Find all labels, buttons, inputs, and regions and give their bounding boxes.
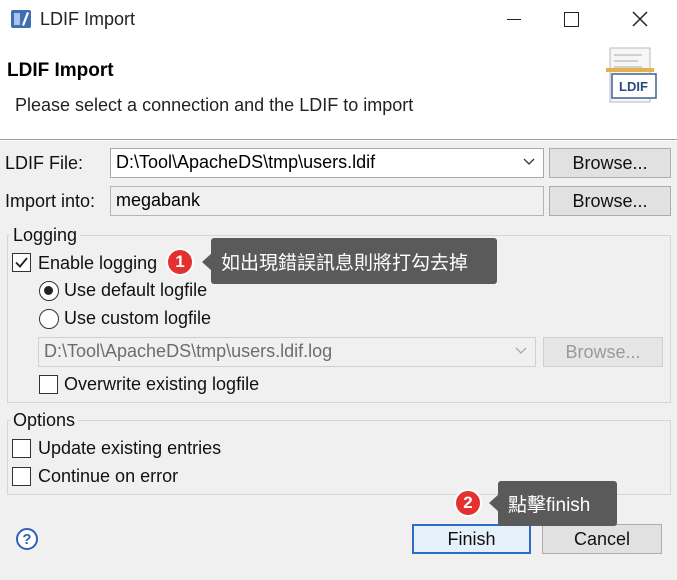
custom-logfile-value: D:\Tool\ApacheDS\tmp\users.ldif.log <box>44 341 333 361</box>
browse-connection-button[interactable]: Browse... <box>549 186 671 216</box>
ldif-file-combo[interactable]: D:\Tool\ApacheDS\tmp\users.ldif <box>110 148 544 178</box>
chevron-down-icon[interactable] <box>523 156 535 168</box>
title-bar: LDIF Import <box>0 0 677 38</box>
header-description: Please select a connection and the LDIF … <box>15 95 414 115</box>
update-existing-checkbox[interactable] <box>12 439 31 458</box>
wizard-header: LDIF Import Please select a connection a… <box>0 38 677 140</box>
step-2-badge: 2 <box>454 489 482 517</box>
overwrite-logfile-checkbox[interactable] <box>39 375 58 394</box>
use-custom-logfile-radio[interactable] <box>39 309 59 329</box>
cancel-button[interactable]: Cancel <box>542 524 662 554</box>
step-1-badge: 1 <box>166 248 194 276</box>
custom-logfile-combo[interactable]: D:\Tool\ApacheDS\tmp\users.ldif.log <box>38 337 536 367</box>
ldif-file-value: D:\Tool\ApacheDS\tmp\users.ldif <box>116 152 376 172</box>
use-default-logfile-radio[interactable] <box>39 281 59 301</box>
update-existing-label[interactable]: Update existing entries <box>38 438 221 459</box>
step-1-text: 如出現錯誤訊息則將打勾去掉 <box>221 252 469 274</box>
step-1-tooltip: 如出現錯誤訊息則將打勾去掉 <box>211 238 497 284</box>
enable-logging-checkbox[interactable] <box>12 253 31 272</box>
maximize-icon[interactable] <box>548 0 594 38</box>
logging-legend: Logging <box>10 225 81 246</box>
ldif-file-label: LDIF File: <box>5 153 84 173</box>
continue-on-error-checkbox[interactable] <box>12 467 31 486</box>
ldif-image-label: LDIF <box>619 79 648 94</box>
import-into-value: megabank <box>116 190 201 210</box>
step-2-tooltip: 點擊finish <box>498 481 617 526</box>
close-icon[interactable] <box>617 0 663 38</box>
minimize-icon[interactable] <box>491 0 537 38</box>
header-title: LDIF Import <box>7 60 114 81</box>
enable-logging-label[interactable]: Enable logging <box>38 253 157 274</box>
chevron-down-icon[interactable] <box>515 345 527 357</box>
continue-on-error-label[interactable]: Continue on error <box>38 466 178 487</box>
app-icon <box>11 10 31 28</box>
finish-button[interactable]: Finish <box>412 524 531 554</box>
window-title: LDIF Import <box>40 9 136 29</box>
browse-logfile-button[interactable]: Browse... <box>543 337 663 367</box>
help-icon[interactable]: ? <box>16 528 38 550</box>
import-into-label: Import into: <box>5 191 96 211</box>
use-default-logfile-label[interactable]: Use default logfile <box>64 280 207 301</box>
import-into-field[interactable]: megabank <box>110 186 544 216</box>
overwrite-logfile-label[interactable]: Overwrite existing logfile <box>64 374 259 395</box>
checkmark-icon <box>15 257 28 268</box>
use-custom-logfile-label[interactable]: Use custom logfile <box>64 308 211 329</box>
options-legend: Options <box>10 410 79 431</box>
ldif-file-icon: LDIF <box>604 46 660 108</box>
browse-ldif-button[interactable]: Browse... <box>549 148 671 178</box>
step-2-text: 點擊finish <box>508 495 591 516</box>
